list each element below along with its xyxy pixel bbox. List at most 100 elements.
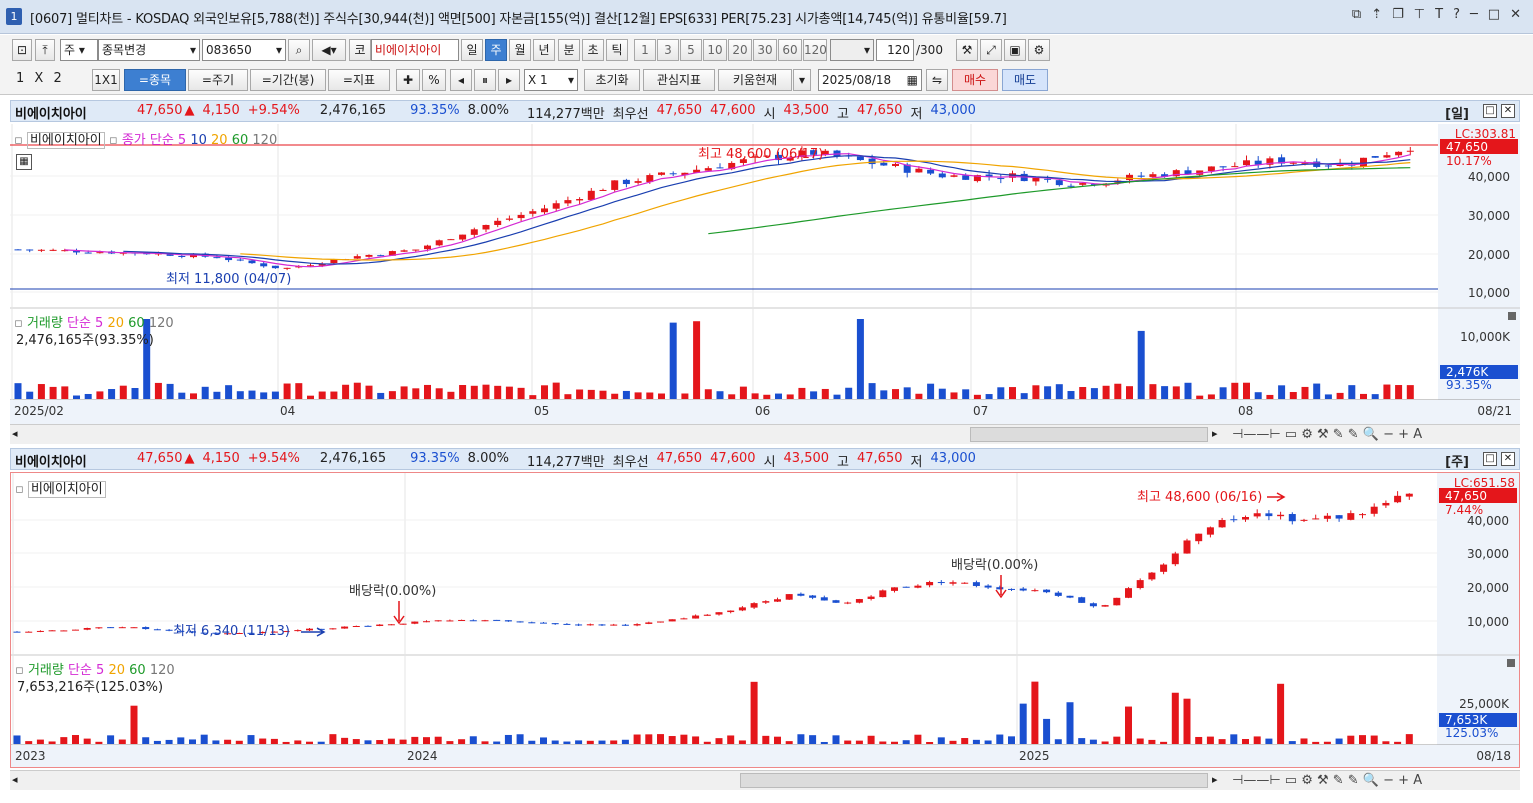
layout-1x2-label[interactable]: 1 X 2	[16, 71, 65, 86]
kiwoom-dropdown-icon[interactable]: ▾	[793, 69, 811, 91]
next-icon[interactable]: ▸	[498, 69, 520, 91]
legend-ma20[interactable]: 20	[211, 133, 228, 148]
interval-3[interactable]: 3	[657, 39, 679, 61]
pause-icon[interactable]: ⏸	[474, 69, 496, 91]
candle-body	[225, 257, 233, 261]
scroll-right-icon[interactable]: ▸	[1212, 773, 1218, 786]
layout-icon[interactable]: ⊡	[12, 39, 32, 61]
maximize-pane-icon[interactable]: □	[1483, 452, 1497, 466]
sound-icon[interactable]: ◀▾	[312, 39, 346, 61]
top-chart-svg[interactable]: 2025/02 04 05 06 07 08 08/21 40,000 30,000 20,000…	[10, 124, 1520, 424]
search-icon[interactable]: ⌕	[288, 39, 310, 61]
close-pane-icon[interactable]: ✕	[1501, 452, 1515, 466]
interval-60[interactable]: 60	[778, 39, 802, 61]
legend-item-name[interactable]: 비에이치아이	[27, 481, 106, 498]
legend-ma5[interactable]: 종가 단순 5	[122, 133, 186, 148]
multiplier-select[interactable]: X 1 ▾	[524, 69, 578, 91]
interval-120[interactable]: 120	[803, 39, 827, 61]
tab-second[interactable]: 초	[582, 39, 604, 61]
chart-zoom-tools[interactable]: ⊣——⊢ ▭ ⚙ ⚒ ✎ ✎ 🔍 − + A	[1232, 427, 1422, 442]
crosshair-icon[interactable]: ✚	[396, 69, 420, 91]
change-item-select[interactable]: 종목변경 ▾	[98, 39, 200, 61]
indicator-icon[interactable]: ⚒	[956, 39, 978, 61]
market-select[interactable]: 주 ▾	[60, 39, 98, 61]
volume-bar	[775, 393, 782, 399]
low-label: 저	[910, 455, 923, 470]
bottom-chart-pane[interactable]: 2023 2024 2025 08/18 40,000 30,000 20,000 10,00…	[10, 472, 1520, 768]
layout-1x1-button[interactable]: 1X1	[92, 69, 120, 91]
close-pane-icon[interactable]: ✕	[1501, 104, 1515, 118]
gear-icon[interactable]: ⚙	[1028, 39, 1050, 61]
upload-icon[interactable]: ⤒	[35, 39, 55, 61]
candle-body	[48, 630, 56, 632]
legend-ma10[interactable]: 10	[190, 133, 207, 148]
candle-count-input[interactable]: 120	[876, 39, 914, 61]
interval-20[interactable]: 20	[728, 39, 752, 61]
interval-30[interactable]: 30	[753, 39, 777, 61]
tab-week[interactable]: 주	[485, 39, 507, 61]
bottom-chart-svg[interactable]: 2023 2024 2025 08/1840,00030,00020,00010,00…	[11, 473, 1519, 767]
date-input[interactable]: 2025/08/18 ▦	[818, 69, 922, 91]
buy-button[interactable]: 매수	[952, 69, 998, 91]
tab-month[interactable]: 월	[509, 39, 531, 61]
percent-button[interactable]: %	[422, 69, 446, 91]
save-icon[interactable]: ▣	[1004, 39, 1026, 61]
kiwoom-current-button[interactable]: 키움현재	[718, 69, 792, 91]
chart-zoom-tools[interactable]: ⊣——⊢ ▭ ⚙ ⚒ ✎ ✎ 🔍 − + A	[1232, 773, 1422, 788]
high-arrow-icon	[1267, 492, 1286, 502]
copy-window-icon[interactable]: ❐	[1392, 7, 1404, 22]
volume-bar	[376, 740, 384, 744]
minimize-icon[interactable]: ─	[1470, 7, 1478, 22]
watch-indicator-button[interactable]: 관심지표	[643, 69, 715, 91]
sync-period-button[interactable]: =주기	[188, 69, 248, 91]
tab-day[interactable]: 일	[461, 39, 483, 61]
candle-body	[504, 620, 512, 622]
period-label: [일]	[1445, 107, 1469, 122]
top-volume-value: 2,476,165주(93.35%)	[16, 333, 154, 348]
item-name-field[interactable]: 비에이치아이	[371, 39, 459, 61]
custom-interval-select[interactable]: ▾	[830, 39, 874, 61]
market-badge[interactable]: 코	[349, 39, 371, 61]
candle-body	[1289, 162, 1297, 164]
item-code-input[interactable]: 083650 ▾	[202, 39, 286, 61]
interval-1[interactable]: 1	[634, 39, 656, 61]
top-scrollbar[interactable]: ◂ ▸ ⊣——⊢ ▭ ⚙ ⚒ ✎ ✎ 🔍 − + A	[10, 424, 1520, 444]
scroll-right-icon[interactable]: ▸	[1212, 427, 1218, 440]
interval-10[interactable]: 10	[703, 39, 727, 61]
maximize-icon[interactable]: □	[1488, 7, 1500, 22]
chart-type-icon[interactable]: ⇋	[926, 69, 948, 91]
volume-bar	[213, 391, 221, 399]
fix-icon[interactable]: ⊤	[1414, 7, 1425, 22]
interval-5[interactable]: 5	[680, 39, 702, 61]
link-icon[interactable]: ⧉	[1352, 7, 1361, 22]
legend-item-name[interactable]: 비에이치아이	[26, 132, 105, 149]
help-icon[interactable]: ?	[1453, 7, 1460, 22]
tab-minute[interactable]: 분	[558, 39, 580, 61]
drawing-icon[interactable]: ⤢	[980, 39, 1002, 61]
scroll-left-icon[interactable]: ◂	[12, 427, 18, 440]
font-icon[interactable]: T	[1435, 7, 1443, 22]
legend-ma60[interactable]: 60	[232, 133, 249, 148]
tab-tick[interactable]: 틱	[606, 39, 628, 61]
x-tick-label: 07	[973, 404, 988, 418]
top-chart-pane[interactable]: 2025/02 04 05 06 07 08 08/21 40,000 30,000 20,000…	[10, 124, 1520, 424]
bottom-scrollbar[interactable]: ◂ ▸ ⊣——⊢ ▭ ⚙ ⚒ ✎ ✎ 🔍 − + A	[10, 770, 1520, 790]
volume-bar	[434, 736, 442, 744]
legend-ma120[interactable]: 120	[252, 133, 277, 148]
prev-icon[interactable]: ◂	[450, 69, 472, 91]
pin-icon[interactable]: ⇡	[1371, 7, 1382, 22]
volume-settings-icon	[1508, 312, 1516, 320]
grid-toggle-icon[interactable]: ▦	[16, 154, 32, 170]
sync-indicator-button[interactable]: =지표	[328, 69, 390, 91]
scroll-thumb[interactable]	[740, 773, 1208, 788]
sell-button[interactable]: 매도	[1002, 69, 1048, 91]
close-icon[interactable]: ✕	[1510, 7, 1521, 22]
scroll-thumb[interactable]	[970, 427, 1208, 442]
calendar-icon[interactable]: ▦	[907, 70, 918, 90]
reset-button[interactable]: 초기화	[584, 69, 640, 91]
tab-year[interactable]: 년	[533, 39, 555, 61]
scroll-left-icon[interactable]: ◂	[12, 773, 18, 786]
sync-range-button[interactable]: =기간(봉)	[250, 69, 326, 91]
maximize-pane-icon[interactable]: □	[1483, 104, 1497, 118]
sync-item-button[interactable]: =종목	[124, 69, 186, 91]
